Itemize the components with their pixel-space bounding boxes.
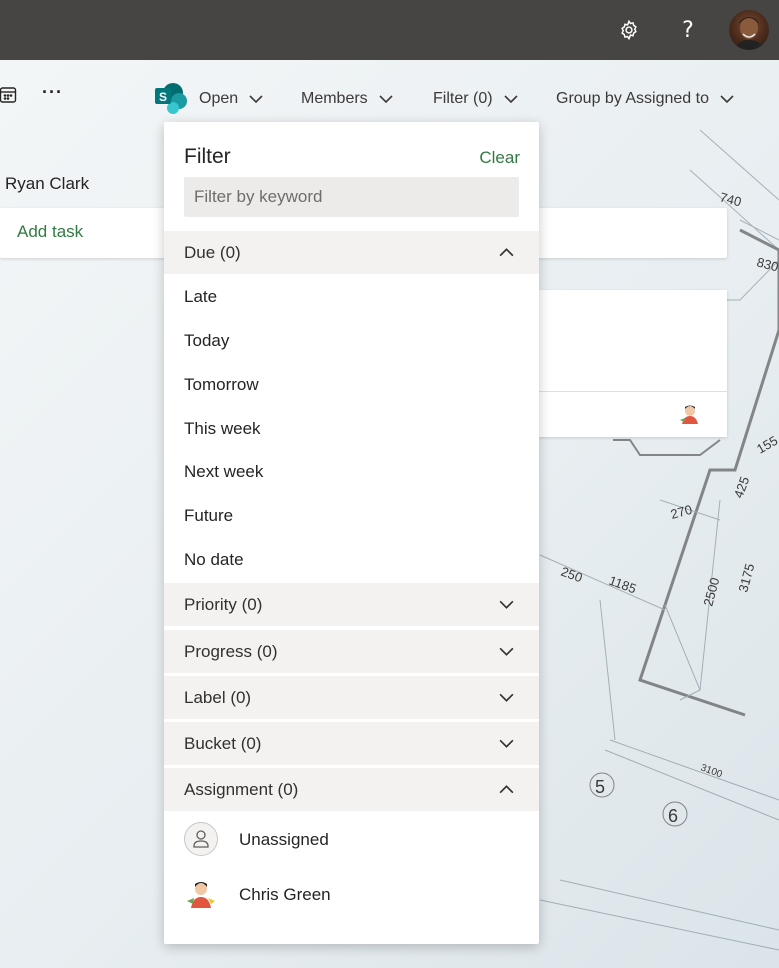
assignment-section-header[interactable]: Assignment (0) [164,768,539,811]
chevron-up-icon [499,785,514,794]
svg-text:5: 5 [595,777,605,797]
assignment-option-unassigned[interactable]: Unassigned [184,822,534,858]
chevron-down-icon [499,739,514,748]
user-avatar[interactable] [729,10,769,50]
open-button[interactable]: Open [199,90,264,108]
svg-text:1185: 1185 [607,573,638,597]
filter-label: Filter (0) [433,90,493,107]
due-option-this-week[interactable]: This week [184,419,261,439]
due-option-tomorrow[interactable]: Tomorrow [184,375,259,395]
chevron-down-icon [720,95,734,104]
person-name: Chris Green [239,885,331,904]
svg-text:830: 830 [755,254,779,274]
progress-section-label: Progress (0) [184,642,278,661]
calendar-icon[interactable] [0,86,18,104]
card-divider [538,391,727,392]
sharepoint-icon[interactable]: S [154,82,188,114]
due-option-future[interactable]: Future [184,506,233,526]
svg-text:6: 6 [668,806,678,826]
person-name: Unassigned [239,830,329,849]
svg-text:3175: 3175 [735,562,757,594]
due-option-no-date[interactable]: No date [184,550,244,570]
group-by-label: Group by Assigned to [556,90,709,107]
svg-text:S: S [159,90,167,104]
label-section-header[interactable]: Label (0) [164,676,539,719]
bucket-column-name: Ryan Clark [5,174,90,193]
svg-text:740: 740 [718,189,743,209]
chevron-down-icon [249,95,263,104]
settings-gear-icon[interactable] [614,15,644,45]
add-task-label: Add task [17,222,84,241]
svg-text:250: 250 [559,564,585,586]
open-label: Open [199,90,239,107]
priority-section-header[interactable]: Priority (0) [164,583,539,626]
chevron-down-icon [499,600,514,609]
assignee-avatar-icon [678,402,702,426]
svg-text:270: 270 [669,502,694,522]
svg-text:155: 155 [754,433,779,457]
due-option-today[interactable]: Today [184,331,229,351]
filter-button[interactable]: Filter (0) [433,90,519,108]
label-section-label: Label (0) [184,688,252,707]
members-label: Members [301,90,368,107]
progress-section-header[interactable]: Progress (0) [164,630,539,673]
assignment-section-label: Assignment (0) [184,780,299,799]
bucket-section-header[interactable]: Bucket (0) [164,722,539,765]
svg-text:425: 425 [731,475,753,501]
group-by-button[interactable]: Group by Assigned to [556,90,735,108]
top-bar: ? [0,0,779,60]
person-avatar-icon [184,877,218,911]
more-options-button[interactable]: ··· [42,82,63,103]
filter-panel: Filter Clear Due (0) Late Today Tomorrow… [164,122,539,944]
chevron-down-icon [503,95,518,104]
assignment-option-chris-green[interactable]: Chris Green [184,877,534,913]
due-option-late[interactable]: Late [184,287,217,307]
bucket-section-label: Bucket (0) [184,734,262,753]
task-card[interactable] [538,290,727,437]
due-option-next-week[interactable]: Next week [184,462,263,482]
filter-panel-title: Filter [184,145,231,168]
members-button[interactable]: Members [301,90,394,108]
clear-filters-button[interactable]: Clear [479,148,520,168]
due-section-label: Due (0) [184,243,241,262]
help-icon[interactable]: ? [673,15,703,45]
unassigned-person-icon [184,822,218,856]
svg-text:2500: 2500 [700,576,722,608]
svg-text:3100: 3100 [699,762,724,780]
priority-section-label: Priority (0) [184,595,263,614]
chevron-up-icon [499,248,514,257]
chevron-down-icon [499,693,514,702]
due-section-header[interactable]: Due (0) [164,231,539,274]
chevron-down-icon [379,95,393,104]
filter-keyword-input[interactable] [184,177,519,217]
chevron-down-icon [499,647,514,656]
